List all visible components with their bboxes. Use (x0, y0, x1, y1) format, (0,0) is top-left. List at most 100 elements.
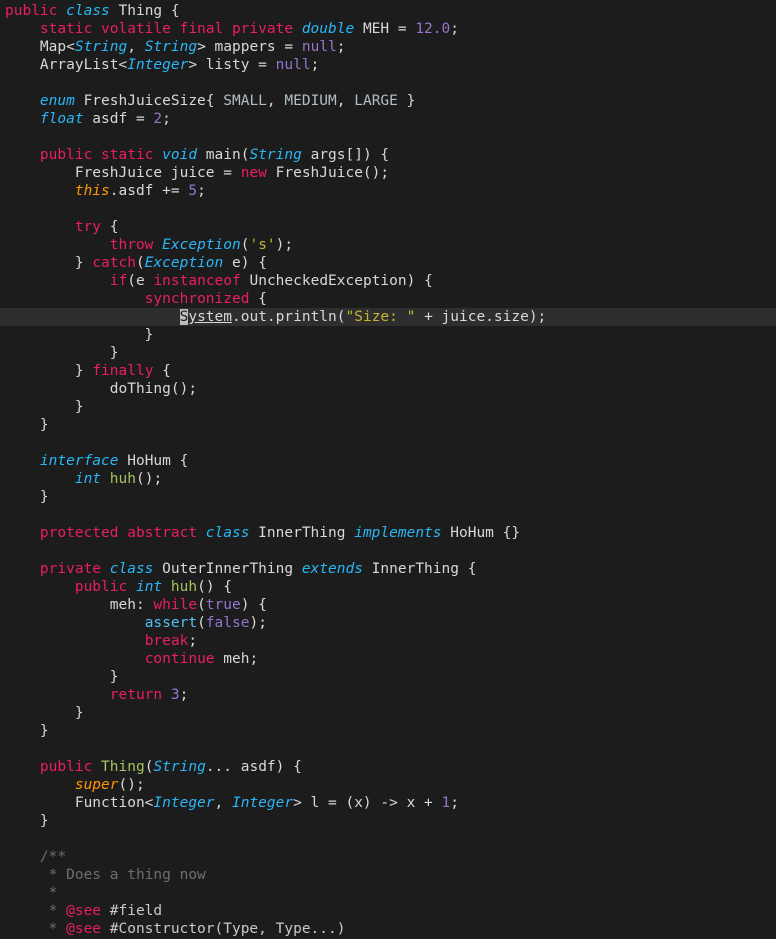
code-token: ; (450, 795, 459, 811)
code-token: } (5, 489, 49, 505)
code-token: } (5, 705, 84, 721)
code-line[interactable] (0, 74, 776, 92)
code-line[interactable]: * (0, 884, 776, 902)
code-token: ; (179, 687, 189, 703)
code-line[interactable]: } (0, 668, 776, 686)
code-token: ArrayList< (5, 57, 128, 73)
code-line[interactable]: * @see #field (0, 902, 776, 920)
code-token: ); (275, 237, 294, 253)
code-line[interactable]: /** (0, 848, 776, 866)
code-token: this (74, 183, 110, 199)
code-line[interactable] (0, 200, 776, 218)
code-line[interactable]: throw Exception('s'); (0, 236, 776, 254)
code-token: HoHum {} (441, 525, 521, 541)
code-line[interactable]: int huh(); (0, 470, 776, 488)
code-token: > listy = (188, 57, 276, 73)
code-line[interactable]: * Does a thing now (0, 866, 776, 884)
code-token: 1 (441, 795, 451, 811)
code-line[interactable]: Function<Integer, Integer> l = (x) -> x … (0, 794, 776, 812)
code-token: if (109, 273, 128, 289)
code-line[interactable] (0, 128, 776, 146)
code-line[interactable]: doThing(); (0, 380, 776, 398)
code-token: + juice.size); (415, 309, 547, 325)
code-line[interactable] (0, 506, 776, 524)
code-token: ; (336, 39, 346, 55)
code-token: class (66, 3, 110, 19)
code-line[interactable]: public static void main(String args[]) { (0, 146, 776, 164)
code-line[interactable]: } (0, 398, 776, 416)
code-line[interactable] (0, 830, 776, 848)
code-line[interactable] (0, 740, 776, 758)
code-token: } (5, 327, 154, 343)
code-line[interactable]: } (0, 488, 776, 506)
code-line[interactable]: if(e instanceof UncheckedException) { (0, 272, 776, 290)
code-line[interactable]: enum FreshJuiceSize{ SMALL, MEDIUM, LARG… (0, 92, 776, 110)
code-token: (); (135, 471, 163, 487)
code-line[interactable]: } (0, 812, 776, 830)
code-token: return (109, 687, 163, 703)
code-line[interactable]: private class OuterInnerThing extends In… (0, 560, 776, 578)
code-token: huh (109, 471, 136, 487)
code-token: ); (249, 615, 267, 631)
code-token: super (74, 777, 119, 793)
code-line[interactable]: } (0, 416, 776, 434)
code-line[interactable]: interface HoHum { (0, 452, 776, 470)
code-token: } (5, 399, 84, 415)
code-line[interactable]: public class Thing { (0, 2, 776, 20)
code-line[interactable]: break; (0, 632, 776, 650)
code-token: @see (66, 903, 102, 919)
code-editor[interactable]: public class Thing { static volatile fin… (0, 0, 776, 939)
code-line[interactable]: public Thing(String... asdf) { (0, 758, 776, 776)
code-line[interactable]: } catch(Exception e) { (0, 254, 776, 272)
code-token: ystem (188, 309, 232, 325)
code-line[interactable]: synchronized { (0, 290, 776, 308)
code-line[interactable]: meh: while(true) { (0, 596, 776, 614)
code-token: args[]) { (301, 147, 390, 163)
code-token: , (336, 93, 355, 109)
code-line[interactable]: } (0, 326, 776, 344)
code-token: public (74, 579, 128, 595)
code-line[interactable]: } (0, 722, 776, 740)
code-line[interactable]: } (0, 704, 776, 722)
code-token: HoHum { (118, 453, 189, 469)
code-line[interactable]: Map<String, String> mappers = null; (0, 38, 776, 56)
code-line[interactable]: static volatile final private double MEH… (0, 20, 776, 38)
code-line[interactable]: * @see #Constructor(Type, Type...) (0, 920, 776, 938)
code-line[interactable]: System.out.println("Size: " + juice.size… (0, 308, 776, 326)
code-token: public (5, 3, 58, 19)
code-line[interactable]: super(); (0, 776, 776, 794)
code-line[interactable]: public int huh() { (0, 578, 776, 596)
code-token: int (135, 579, 163, 595)
code-line[interactable]: continue meh; (0, 650, 776, 668)
code-token: String (74, 39, 128, 55)
code-line[interactable]: return 3; (0, 686, 776, 704)
code-token: String (144, 39, 198, 55)
code-token: MEDIUM (284, 93, 337, 109)
code-token: } (5, 363, 93, 379)
code-line[interactable] (0, 434, 776, 452)
code-token: ( (197, 615, 206, 631)
code-line[interactable]: ArrayList<Integer> listy = null; (0, 56, 776, 74)
code-line[interactable]: } (0, 344, 776, 362)
code-line[interactable]: float asdf = 2; (0, 110, 776, 128)
code-token: } (5, 255, 93, 271)
code-line[interactable]: protected abstract class InnerThing impl… (0, 524, 776, 542)
code-line[interactable]: assert(false); (0, 614, 776, 632)
code-token: while (153, 597, 198, 613)
code-line[interactable]: } finally { (0, 362, 776, 380)
code-line[interactable]: FreshJuice juice = new FreshJuice(); (0, 164, 776, 182)
code-token: * (5, 885, 58, 901)
code-line[interactable]: this.asdf += 5; (0, 182, 776, 200)
code-line[interactable]: try { (0, 218, 776, 236)
code-token: (); (118, 777, 145, 793)
code-token: finally (92, 363, 154, 379)
code-line[interactable] (0, 542, 776, 560)
